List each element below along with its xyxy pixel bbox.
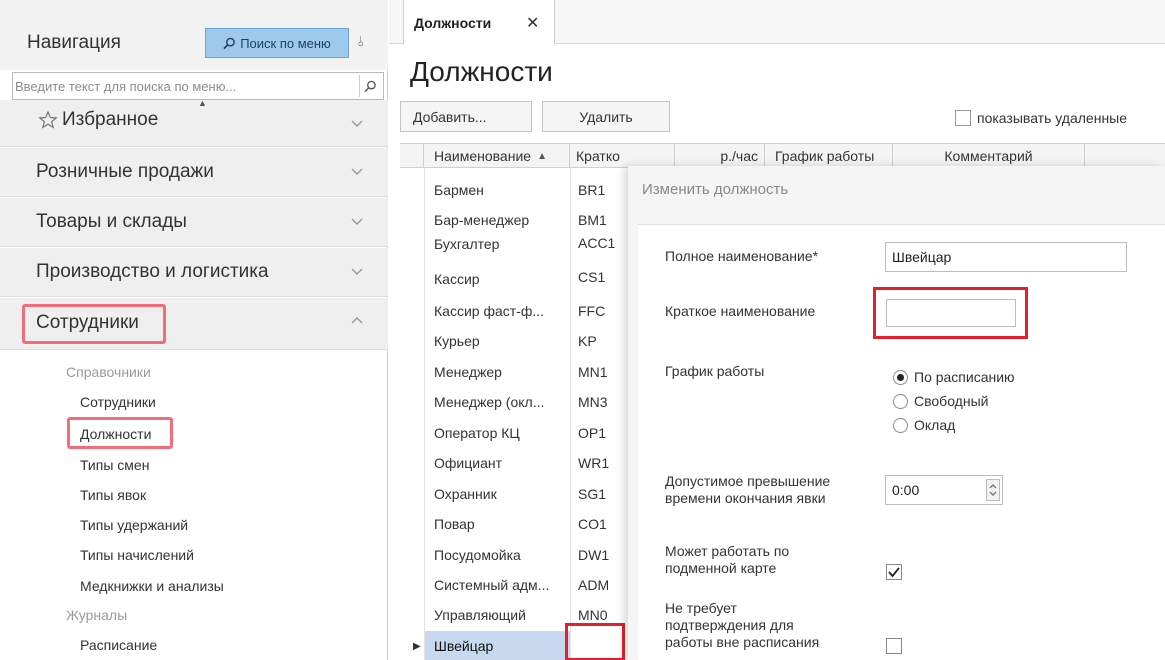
pin-icon[interactable]: ⫰ — [358, 33, 364, 50]
close-icon[interactable]: ✕ — [526, 13, 539, 33]
schedule-radio-scheduled[interactable]: По расписанию — [893, 369, 1015, 385]
menu-search-button-label: Поиск по меню — [240, 35, 331, 51]
search-icon[interactable] — [359, 75, 381, 97]
current-row-arrow-icon: ▶ — [413, 641, 421, 652]
nav-item-medical-records[interactable]: Медкнижки и анализы — [80, 578, 224, 594]
nav-item-schedule[interactable]: Расписание — [80, 637, 157, 653]
nav-section-production[interactable]: Производство и логистика — [0, 248, 388, 297]
tab-strip: Должности ✕ — [389, 0, 1165, 45]
navigation-title: Навигация — [27, 32, 121, 53]
table-row[interactable]: Охранник SG1 — [400, 479, 630, 509]
substitute-card-label: Может работать по подменной карте — [665, 543, 790, 576]
sort-ascending-icon: ▲ — [537, 150, 547, 162]
menu-search-field[interactable] — [12, 72, 384, 100]
table-row-selected[interactable]: Швейцар — [425, 631, 570, 660]
radio-selected-icon[interactable] — [893, 369, 908, 385]
nav-section-label: Сотрудники — [36, 312, 139, 333]
menu-search-input[interactable] — [15, 75, 355, 97]
short-name-cell-highlight[interactable] — [565, 623, 625, 660]
full-name-label: Полное наименование* — [665, 248, 819, 264]
table-row[interactable]: Кассир CS1 — [400, 257, 630, 287]
column-header-schedule[interactable]: График работы — [765, 144, 893, 168]
column-header-comment[interactable]: Комментарий — [893, 144, 1085, 168]
table-row[interactable]: Кассир фаст-ф... FFC — [400, 296, 630, 326]
table-row[interactable]: Посудомойка DW1 — [400, 540, 630, 570]
radio-icon[interactable] — [893, 417, 908, 433]
table-row[interactable]: Повар CO1 — [400, 509, 630, 539]
nav-item-attendance-types[interactable]: Типы явок — [80, 487, 146, 503]
nav-section-label: Избранное — [62, 109, 159, 130]
column-header-name[interactable]: Наименование ▲ — [424, 144, 570, 168]
nav-section-label: Товары и склады — [36, 211, 187, 232]
grid-header: Наименование ▲ Кратко р./час График рабо… — [400, 144, 1165, 168]
table-row[interactable]: Системный адм... ADM — [400, 570, 630, 600]
nav-item-employees[interactable]: Сотрудники — [80, 394, 156, 410]
show-deleted-label: показывать удаленные — [977, 110, 1128, 126]
nav-section-label: Производство и логистика — [36, 261, 269, 282]
delete-button[interactable]: Удалить — [542, 101, 670, 132]
table-row[interactable]: Оператор КЦ OP1 — [400, 418, 630, 448]
schedule-radio-salary[interactable]: Оклад — [893, 417, 955, 433]
table-row[interactable]: Менеджер MN1 — [400, 357, 630, 387]
menu-search-button[interactable]: Поиск по меню — [205, 28, 349, 58]
short-name-input[interactable] — [886, 299, 1016, 327]
table-row[interactable]: Менеджер (окл... MN3 — [400, 387, 630, 417]
nav-section-goods[interactable]: Товары и склады — [0, 198, 388, 247]
overtime-value: 0:00 — [892, 482, 920, 498]
no-confirmation-label: Не требует подтверждения для работы вне … — [665, 600, 820, 650]
nav-section-favorites[interactable]: ▲ Избранное — [0, 98, 388, 147]
short-name-label: Краткое наименование — [665, 303, 816, 319]
search-icon — [223, 37, 236, 49]
grid-header-indicator — [400, 144, 424, 168]
schedule-radio-free[interactable]: Свободный — [893, 393, 988, 409]
short-name-highlight — [873, 287, 1028, 339]
no-confirmation-checkbox[interactable] — [886, 638, 902, 654]
table-row[interactable]: Курьер KP — [400, 326, 630, 356]
nav-group-title: Журналы — [66, 607, 128, 623]
tab-positions[interactable]: Должности ✕ — [403, 0, 555, 45]
chevron-up-icon — [351, 317, 363, 324]
column-header-short[interactable]: Кратко — [570, 144, 675, 168]
schedule-label: График работы — [665, 363, 765, 379]
overtime-time-input[interactable]: 0:00 — [885, 475, 1003, 505]
column-header-rate[interactable]: р./час — [675, 144, 765, 168]
nav-item-deduction-types[interactable]: Типы удержаний — [80, 517, 188, 533]
spinner-icon[interactable] — [986, 479, 1000, 501]
overtime-label: Допустимое превышение времени окончания … — [665, 473, 831, 506]
full-name-input[interactable]: Швейцар — [885, 242, 1127, 272]
nav-item-positions[interactable]: Должности — [80, 426, 151, 442]
nav-section-staff[interactable]: Сотрудники — [0, 298, 388, 350]
tab-label: Должности — [414, 15, 492, 31]
chevron-down-icon — [351, 120, 363, 127]
table-row[interactable]: Бармен BR1 — [400, 175, 630, 205]
checkmark-icon — [888, 567, 900, 578]
navigation-header: Навигация Поиск по меню ⫰ — [0, 0, 388, 70]
navigation-panel: Навигация Поиск по меню ⫰ ▲ Избранное Ро… — [0, 0, 388, 660]
show-deleted-checkbox[interactable]: показывать удаленные — [955, 110, 1127, 126]
nav-section-label: Розничные продажи — [36, 161, 214, 182]
checkbox-box[interactable] — [955, 110, 971, 126]
nav-group-title: Справочники — [66, 364, 151, 380]
scroll-up-icon[interactable]: ▲ — [198, 98, 207, 108]
table-row[interactable]: Официант WR1 — [400, 448, 630, 478]
table-row[interactable]: Бар-менеджер BM1 — [400, 205, 630, 235]
nav-section-retail[interactable]: Розничные продажи — [0, 148, 388, 197]
chevron-down-icon — [351, 218, 363, 225]
page-title: Должности — [410, 56, 553, 87]
row-indicator: ▶ — [400, 631, 425, 660]
chevron-down-icon — [351, 168, 363, 175]
nav-item-shift-types[interactable]: Типы смен — [80, 457, 149, 473]
nav-item-accrual-types[interactable]: Типы начислений — [80, 547, 194, 563]
chevron-down-icon — [351, 268, 363, 275]
substitute-card-checkbox[interactable] — [886, 564, 902, 580]
dialog-body: Полное наименование* Швейцар Краткое наи… — [638, 224, 1165, 660]
add-button[interactable]: Добавить... — [400, 101, 532, 132]
star-icon — [38, 110, 58, 129]
edit-position-dialog: Изменить должность Полное наименование* … — [628, 166, 1165, 660]
dialog-title: Изменить должность — [642, 181, 789, 198]
radio-icon[interactable] — [893, 393, 908, 409]
